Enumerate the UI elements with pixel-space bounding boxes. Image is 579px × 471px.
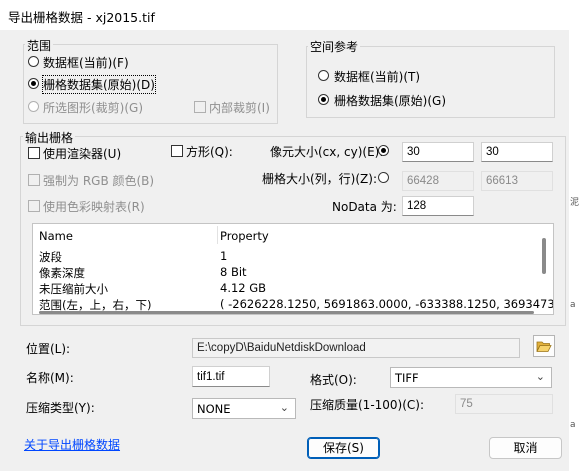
- cell-size-label: 像元大小(cx, cy)(E):: [270, 145, 384, 159]
- header-name: Name: [39, 229, 73, 243]
- extent-selected-graphics-label[interactable]: 所选图形(裁剪)(G): [43, 99, 143, 116]
- table-horizontal-scrollbar[interactable]: [39, 311, 534, 314]
- chevron-down-icon: ⌄: [279, 401, 289, 414]
- extent-raster-dataset-label[interactable]: 栅格数据集(原始)(D): [42, 75, 156, 94]
- use-renderer-label[interactable]: 使用渲染器(U): [43, 145, 121, 162]
- cancel-button[interactable]: 取消: [489, 437, 562, 459]
- compression-quality-input[interactable]: [455, 394, 553, 414]
- title-bar: 导出栅格数据 - xj2015.tif: [0, 0, 579, 30]
- cell-size-cy-input[interactable]: [481, 142, 553, 162]
- force-rgb-label[interactable]: 强制为 RGB 颜色(B): [43, 172, 154, 189]
- table-header: Name Property: [39, 229, 269, 245]
- sr-dataframe-radio[interactable]: [318, 70, 329, 81]
- help-link[interactable]: 关于导出栅格数据: [24, 436, 120, 453]
- properties-table[interactable]: Name Property 波段 1 像素深度 8 Bit 未压缩前大小 4.1…: [32, 223, 554, 315]
- table-scrollbar-thumb[interactable]: [542, 238, 546, 274]
- table-row: 波段 1: [39, 249, 228, 264]
- location-input[interactable]: [192, 338, 520, 358]
- cell-size-radio[interactable]: [378, 145, 389, 156]
- name-label: 名称(M):: [26, 371, 74, 385]
- background-strip: 泥 a a: [569, 30, 579, 471]
- location-label: 位置(L):: [26, 342, 71, 356]
- nodata-label: NoData 为:: [332, 200, 397, 214]
- force-rgb-checkbox[interactable]: [28, 174, 40, 186]
- extent-raster-dataset-radio[interactable]: [28, 78, 39, 89]
- save-button[interactable]: 保存(S): [307, 437, 380, 459]
- inner-clip-checkbox[interactable]: [194, 101, 206, 113]
- use-colormap-checkbox[interactable]: [28, 200, 40, 212]
- header-property: Property: [220, 229, 269, 243]
- output-raster-group-label: 输出栅格: [23, 129, 76, 146]
- extent-group-label: 范围: [25, 37, 54, 54]
- table-row: 未压缩前大小 4.12 GB: [39, 281, 267, 296]
- nodata-input[interactable]: [402, 196, 474, 216]
- square-checkbox[interactable]: [171, 145, 183, 157]
- sr-raster-dataset-label[interactable]: 栅格数据集(原始)(G): [334, 92, 446, 109]
- raster-size-radio[interactable]: [378, 172, 389, 183]
- spatial-reference-group-label: 空间参考: [308, 38, 361, 55]
- format-select[interactable]: TIFF ⌄: [390, 367, 552, 388]
- chevron-down-icon: ⌄: [535, 370, 545, 383]
- raster-size-label: 栅格大小(列，行)(Z):: [262, 172, 377, 186]
- square-label[interactable]: 方形(Q):: [186, 143, 233, 160]
- use-renderer-checkbox[interactable]: [28, 147, 40, 159]
- browse-button[interactable]: [533, 335, 555, 357]
- extent-selected-graphics-radio[interactable]: [28, 101, 39, 112]
- extent-dataframe-radio[interactable]: [28, 56, 39, 67]
- format-label: 格式(O):: [310, 373, 357, 387]
- compression-quality-label: 压缩质量(1-100)(C):: [310, 398, 425, 412]
- raster-size-cols-input[interactable]: [402, 171, 474, 191]
- cell-size-cx-input[interactable]: [402, 142, 474, 162]
- sr-raster-dataset-radio[interactable]: [318, 94, 329, 105]
- use-colormap-label[interactable]: 使用色彩映射表(R): [43, 198, 145, 215]
- name-input[interactable]: [192, 366, 270, 387]
- folder-open-icon: [536, 341, 552, 352]
- raster-size-rows-input[interactable]: [481, 171, 553, 191]
- compression-type-value: NONE: [197, 402, 231, 416]
- compression-type-label: 压缩类型(Y):: [26, 401, 95, 415]
- extent-dataframe-label[interactable]: 数据框(当前)(F): [43, 54, 129, 71]
- format-value: TIFF: [395, 371, 419, 385]
- table-row: 像素深度 8 Bit: [39, 265, 247, 280]
- compression-type-select[interactable]: NONE ⌄: [192, 398, 296, 419]
- window-title: 导出栅格数据 - xj2015.tif: [8, 10, 155, 25]
- inner-clip-label[interactable]: 内部裁剪(I): [209, 99, 270, 116]
- sr-dataframe-label[interactable]: 数据框(当前)(T): [334, 68, 420, 85]
